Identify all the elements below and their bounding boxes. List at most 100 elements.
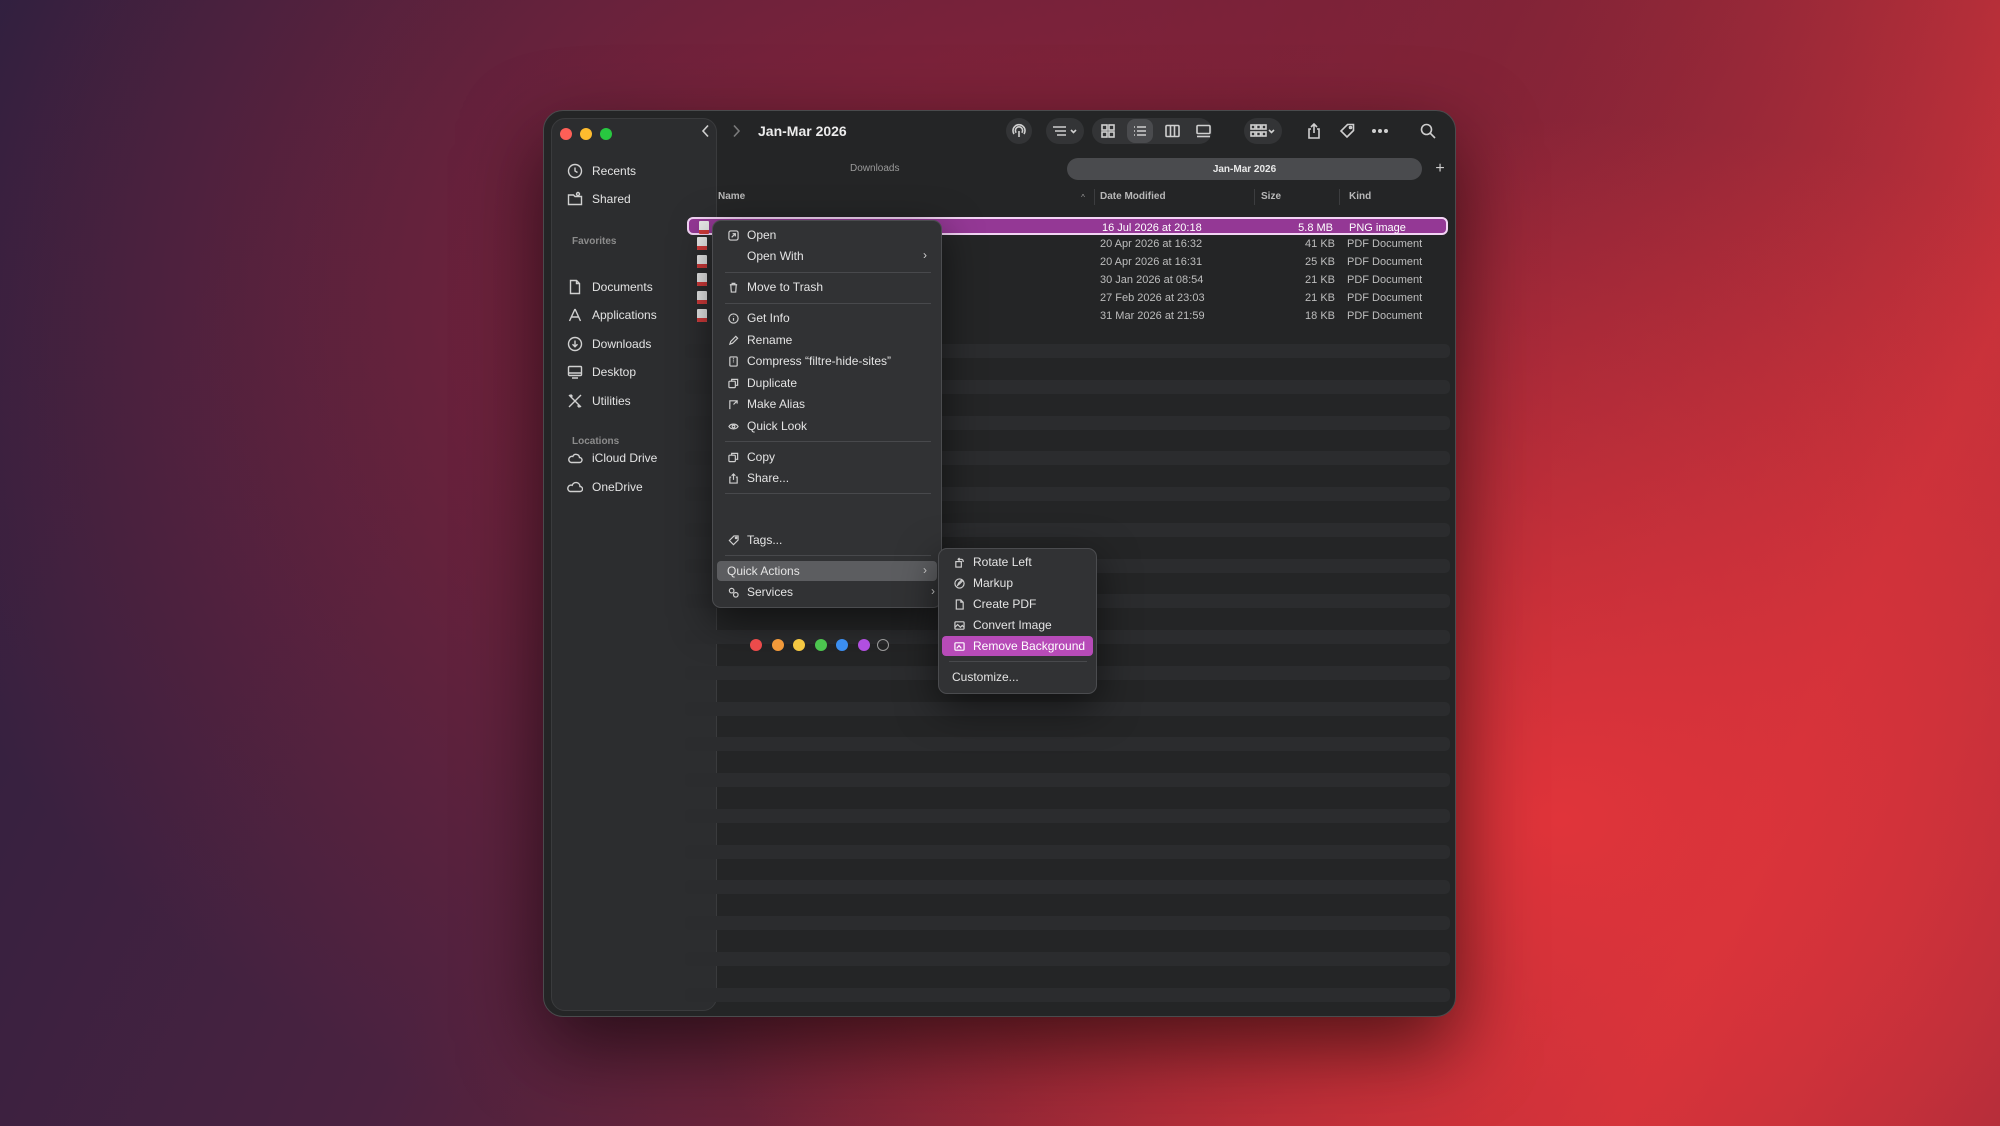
tag-color-dot[interactable] bbox=[793, 639, 805, 651]
file-date: 30 Jan 2026 at 08:54 bbox=[1100, 274, 1204, 286]
tag-color-dot[interactable] bbox=[857, 639, 870, 651]
forward-button[interactable] bbox=[724, 119, 748, 143]
list-stripe bbox=[685, 737, 1450, 751]
column-divider[interactable] bbox=[1254, 189, 1255, 205]
menu-item-move-to-trash[interactable]: Move to Trash bbox=[725, 277, 823, 297]
trash-icon bbox=[725, 279, 741, 295]
column-header-size[interactable]: Size bbox=[1261, 191, 1281, 202]
more-actions-button[interactable] bbox=[1367, 118, 1393, 144]
pencil-icon bbox=[725, 332, 741, 348]
sidebar-item-desktop[interactable]: Desktop bbox=[566, 359, 636, 385]
menu-item-label: Customize... bbox=[952, 670, 1019, 684]
sidebar-item-documents[interactable]: Documents bbox=[566, 274, 653, 300]
menu-item-compress[interactable]: Compress “filtre-hide-sites” bbox=[725, 351, 891, 371]
list-stripe bbox=[685, 702, 1450, 716]
tag-color-dot[interactable] bbox=[814, 639, 827, 651]
image-icon bbox=[951, 617, 967, 633]
tag-color-dot[interactable] bbox=[836, 639, 848, 651]
menu-item-remove-background[interactable]: Remove Background bbox=[942, 636, 1093, 656]
menu-item-label: Quick Actions bbox=[727, 564, 800, 578]
menu-separator bbox=[725, 493, 931, 494]
minimize-window-button[interactable] bbox=[580, 128, 592, 140]
quick-actions-submenu: Rotate Left Markup Create PDF Convert Im… bbox=[938, 548, 1097, 694]
menu-item-label: Markup bbox=[973, 576, 1014, 590]
menu-item-quick-look[interactable]: Quick Look bbox=[725, 416, 807, 436]
tag-none-button[interactable] bbox=[877, 639, 889, 651]
column-view-button[interactable] bbox=[1160, 119, 1184, 143]
search-button[interactable] bbox=[1415, 118, 1441, 144]
list-icon bbox=[1134, 126, 1146, 136]
menu-item-convert-image[interactable]: Convert Image bbox=[951, 615, 1052, 635]
column-divider[interactable] bbox=[1339, 189, 1340, 205]
menu-item-create-pdf[interactable]: Create PDF bbox=[951, 594, 1036, 614]
menu-item-markup[interactable]: Markup bbox=[951, 573, 1013, 593]
tag-icon bbox=[725, 532, 741, 548]
list-view-button[interactable] bbox=[1127, 119, 1153, 143]
list-stripe bbox=[685, 809, 1450, 823]
file-kind: PDF Document bbox=[1347, 310, 1423, 322]
menu-item-share[interactable]: Share... bbox=[725, 468, 789, 488]
menu-item-customize[interactable]: Customize... bbox=[952, 667, 1019, 687]
gallery-view-button[interactable] bbox=[1191, 119, 1215, 143]
menu-item-tags[interactable]: Tags... bbox=[725, 530, 782, 550]
menu-separator bbox=[725, 555, 931, 556]
columns-icon bbox=[1164, 124, 1180, 138]
menu-item-label: Open bbox=[747, 228, 777, 242]
icon-view-button[interactable] bbox=[1096, 119, 1120, 143]
sidebar-item-icloud-drive[interactable]: iCloud Drive bbox=[566, 445, 657, 471]
column-header-kind[interactable]: Kind bbox=[1349, 191, 1371, 202]
menu-item-open[interactable]: Open bbox=[725, 225, 776, 245]
share-icon bbox=[1308, 123, 1320, 139]
menu-item-copy[interactable]: Copy bbox=[725, 447, 775, 467]
eye-icon bbox=[725, 418, 741, 434]
new-tab-button[interactable]: + bbox=[1430, 159, 1450, 179]
sidebar-item-shared[interactable]: Shared bbox=[566, 186, 631, 212]
arrange-grid-icon bbox=[1250, 124, 1275, 137]
column-header-date-modified[interactable]: Date Modified bbox=[1100, 191, 1166, 202]
menu-item-get-info[interactable]: Get Info bbox=[725, 308, 790, 328]
sidebar-item-recents[interactable]: Recents bbox=[566, 158, 636, 184]
group-by-button[interactable] bbox=[1046, 118, 1084, 144]
menu-item-make-alias[interactable]: Make Alias bbox=[725, 394, 805, 414]
menu-item-label: Services bbox=[747, 585, 794, 599]
airdrop-button[interactable] bbox=[1006, 118, 1032, 144]
menu-item-quick-actions[interactable]: Quick Actions › bbox=[717, 561, 937, 581]
list-stripe bbox=[685, 952, 1450, 966]
sidebar-item-utilities[interactable]: Utilities bbox=[566, 388, 631, 414]
menu-item-label: Duplicate bbox=[747, 376, 798, 390]
tag-color-dot[interactable] bbox=[750, 639, 762, 651]
menu-item-label: Move to Trash bbox=[747, 280, 824, 294]
sidebar-item-label: Documents bbox=[592, 280, 653, 294]
menu-item-label: Rename bbox=[747, 333, 793, 347]
tag-color-dot[interactable] bbox=[771, 639, 784, 651]
column-divider[interactable] bbox=[1094, 189, 1095, 205]
close-window-button[interactable] bbox=[560, 128, 572, 140]
menu-item-rotate-left[interactable]: Rotate Left bbox=[951, 552, 1032, 572]
menu-item-services[interactable]: Services › bbox=[725, 582, 937, 602]
clock-icon bbox=[566, 162, 584, 180]
open-icon bbox=[725, 227, 741, 243]
share-button[interactable] bbox=[1301, 118, 1327, 144]
menu-item-rename[interactable]: Rename bbox=[725, 330, 792, 350]
back-button[interactable] bbox=[694, 119, 718, 143]
tags-button[interactable] bbox=[1334, 118, 1360, 144]
menu-item-label: Tags... bbox=[747, 533, 783, 547]
menu-item-open-with[interactable]: Open With › bbox=[747, 246, 937, 266]
pdf-icon bbox=[951, 596, 967, 612]
tab-downloads[interactable]: Downloads bbox=[850, 163, 899, 174]
menu-item-duplicate[interactable]: Duplicate bbox=[725, 373, 797, 393]
sidebar-item-label: Desktop bbox=[592, 365, 637, 379]
zoom-window-button[interactable] bbox=[600, 128, 612, 140]
menu-item-label: Share... bbox=[747, 471, 790, 485]
tab-jan-mar-2026[interactable]: Jan-Mar 2026 bbox=[1067, 158, 1422, 180]
menu-separator bbox=[725, 272, 931, 273]
sidebar-item-downloads[interactable]: Downloads bbox=[566, 331, 651, 357]
sidebar-item-onedrive[interactable]: OneDrive bbox=[566, 474, 643, 500]
duplicate-icon bbox=[725, 375, 741, 391]
airdrop-icon bbox=[1012, 123, 1026, 137]
sidebar-item-applications[interactable]: Applications bbox=[566, 302, 657, 328]
column-header-name[interactable]: Name bbox=[718, 191, 745, 202]
list-stripe bbox=[685, 916, 1450, 930]
chevron-right-icon: › bbox=[931, 584, 935, 598]
arrange-button[interactable] bbox=[1244, 118, 1282, 144]
